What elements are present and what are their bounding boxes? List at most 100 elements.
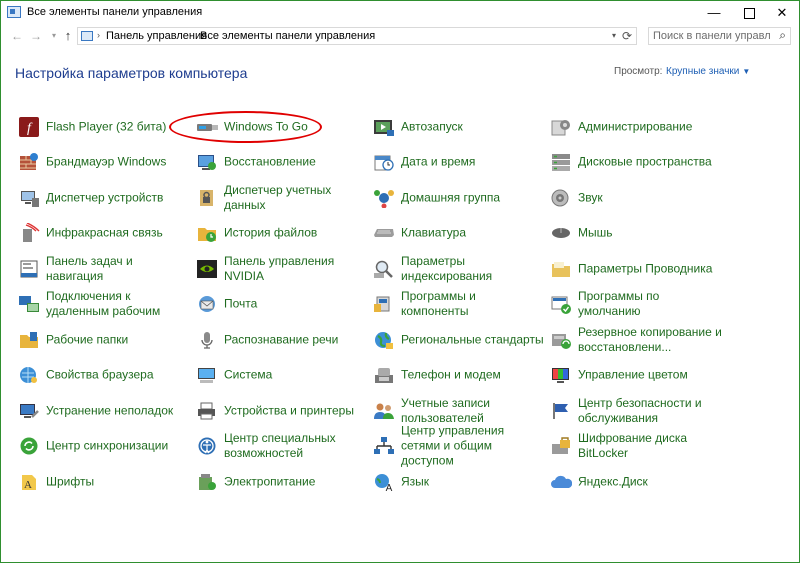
refresh-icon[interactable]: ⟳ [622,29,632,43]
address-dropdown-icon[interactable]: ▾ [612,31,616,40]
control-panel-item[interactable]: Центр управления сетями и общим доступом [373,424,545,468]
forward-button[interactable]: → [28,27,44,45]
control-panel-item[interactable]: Рабочие папки [18,323,190,357]
item-label: Параметры индексирования [401,254,493,283]
datetime-icon [373,151,395,173]
page-title: Настройка параметров компьютера [15,65,248,81]
firewall-icon [18,151,40,173]
control-panel-item[interactable]: Центр синхронизации [18,429,190,463]
control-panel-item[interactable]: Управление цветом [550,358,722,392]
printer-icon [196,400,218,422]
control-panel-item[interactable]: Система [196,358,368,392]
control-panel-item[interactable]: Брандмауэр Windows [18,145,190,179]
item-label: Мышь [578,225,613,240]
control-panel-item[interactable]: Панель задач и навигация [18,252,190,286]
control-panel-item[interactable]: Параметры индексирования [373,252,545,286]
item-label: Инфракрасная связь [46,225,163,240]
address-bar[interactable]: › Панель управления › Все элементы панел… [77,27,637,45]
system-icon [196,364,218,386]
window-title: Все элементы панели управления [27,6,203,18]
control-panel-item[interactable]: Администрирование [550,110,722,144]
maximize-icon [743,8,755,20]
control-panel-item[interactable]: A Язык [373,465,545,499]
control-panel-item[interactable]: f Flash Player (32 бита) [18,110,190,144]
search-icon[interactable]: ⌕ [779,28,786,43]
control-panel-item[interactable]: Региональные стандарты [373,323,545,357]
mouse-icon [550,222,572,244]
control-panel-item[interactable]: Почта [196,287,368,321]
control-panel-item[interactable]: Свойства браузера [18,358,190,392]
control-panel-item[interactable]: Программы и компоненты [373,287,545,321]
view-mode-dropdown[interactable]: Крупные значки ▼ [666,66,750,77]
control-panel-item[interactable]: Устройства и принтеры [196,394,368,428]
item-label: Региональные стандарты [401,332,544,347]
control-panel-item[interactable]: Центр специальных возможностей [196,429,368,463]
search-input[interactable] [653,29,771,43]
control-panel-item[interactable]: Центр безопасности и обслуживания [550,394,722,428]
infrared-icon [18,222,40,244]
item-label: Дисковые пространства [578,154,712,169]
region-icon [373,329,395,351]
control-panel-item[interactable]: Электропитание [196,465,368,499]
breadcrumb-separator[interactable]: › [97,30,100,40]
control-panel-item[interactable]: Windows To Go [196,110,368,144]
control-panel-item[interactable]: Клавиатура [373,216,545,250]
breadcrumb-separator[interactable]: › [189,30,192,40]
control-panel-item[interactable]: Дисковые пространства [550,145,722,179]
control-panel-item[interactable]: Домашняя группа [373,181,545,215]
bitlocker-icon [550,435,572,457]
admin-tools-icon [550,116,572,138]
control-panel-item[interactable]: Распознавание речи [196,323,368,357]
mail-icon [196,293,218,315]
control-panel-item[interactable]: Программы по умолчанию [550,287,722,321]
item-label: Брандмауэр Windows [46,154,167,169]
title-bar: Все элементы панели управления — ✕ [1,1,799,25]
control-panel-item[interactable]: История файлов [196,216,368,250]
control-panel-item[interactable]: Восстановление [196,145,368,179]
control-panel-item[interactable]: Инфракрасная связь [18,216,190,250]
control-panel-item[interactable]: Устранение неполадок [18,394,190,428]
minimize-button[interactable]: — [697,1,731,25]
item-label: Домашняя группа [401,190,501,205]
control-panel-item[interactable]: Диспетчер устройств [18,181,190,215]
control-panel-item[interactable]: Мышь [550,216,722,250]
up-button[interactable]: ↑ [60,27,76,45]
item-label: Дата и время [401,154,476,169]
control-panel-item[interactable]: Телефон и модем [373,358,545,392]
users-icon [373,400,395,422]
address-row: ← → ▾ ↑ › Панель управления › Все элемен… [1,25,799,47]
backup-icon [550,329,572,351]
language-icon: A [373,471,395,493]
item-label: Подключения к удаленным рабочим [46,289,161,318]
close-button[interactable]: ✕ [765,1,799,25]
yandex-disk-icon [550,471,572,493]
item-label: Клавиатура [401,225,466,240]
control-panel-item[interactable]: Автозапуск [373,110,545,144]
back-button[interactable]: ← [9,27,25,45]
item-label: История файлов [224,225,318,240]
control-panel-item[interactable]: Яндекс.Диск [550,465,722,499]
control-panel-item[interactable]: Шифрование диска BitLocker [550,429,722,463]
breadcrumb-all-items[interactable]: Все элементы панели управления [200,30,375,42]
control-panel-item[interactable]: Панель управления NVIDIA [196,252,368,286]
control-panel-item[interactable]: A Шрифты [18,465,190,499]
security-center-icon [550,400,572,422]
search-box[interactable]: ⌕ [648,27,791,45]
item-label: Шрифты [46,474,95,489]
svg-text:A: A [386,483,393,492]
item-label: Рабочие папки [46,332,129,347]
control-panel-item[interactable]: Звук [550,181,722,215]
item-label: Звук [578,190,603,205]
phone-icon [373,364,395,386]
control-panel-item[interactable]: Диспетчер учетных данных [196,181,368,215]
control-panel-item[interactable]: Подключения к удаленным рабочим [18,287,190,321]
work-folders-icon [18,329,40,351]
control-panel-item[interactable]: Резервное копирование и восстановлени... [550,323,722,357]
maximize-button[interactable] [732,1,766,25]
control-panel-item[interactable]: Дата и время [373,145,545,179]
item-label: Панель задач и навигация [46,254,133,283]
control-panel-item[interactable]: Параметры Проводника [550,252,722,286]
item-label: Диспетчер учетных данных [224,183,332,212]
chevron-down-icon: ▼ [742,67,751,76]
item-label: Яндекс.Диск [578,474,648,489]
